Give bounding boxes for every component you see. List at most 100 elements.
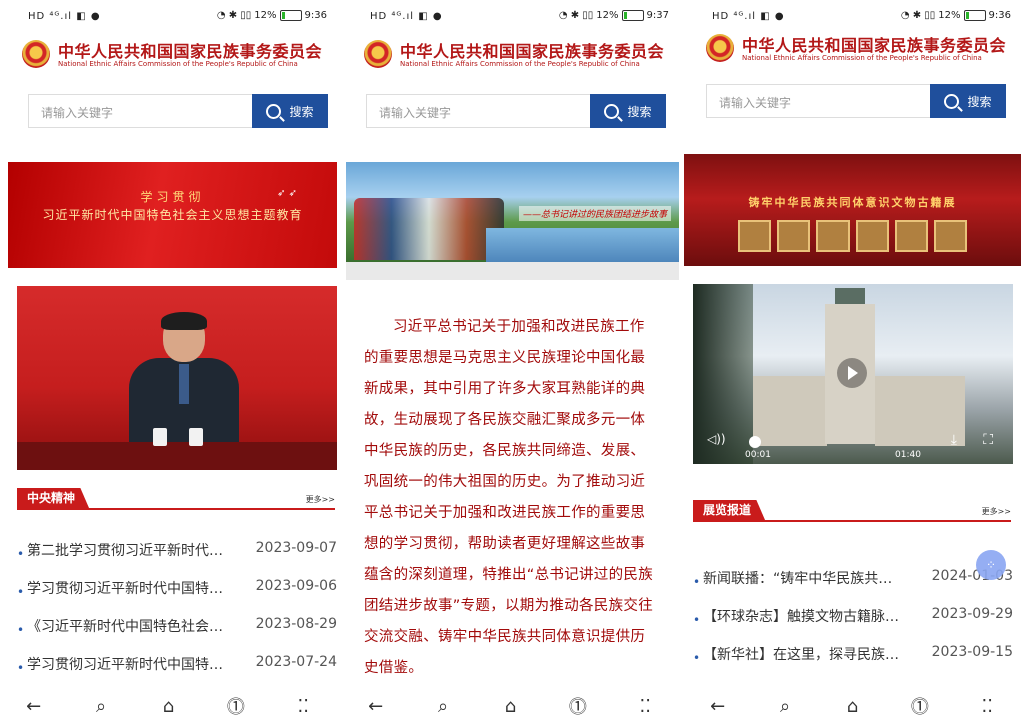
bullet-icon: • xyxy=(693,613,701,627)
status-signal: HD ⁴ᴳ.ıl ◧ ● xyxy=(712,11,785,22)
search-icon[interactable]: ⌕ xyxy=(770,696,800,717)
status-time: 9:36 xyxy=(304,10,327,21)
video-duration: 01:40 xyxy=(895,450,921,460)
home-icon[interactable]: ⌂ xyxy=(153,696,183,717)
search-button[interactable]: 搜索 xyxy=(930,84,1006,118)
list-item[interactable]: • 【新华社】在这里，探寻民族… 2023-09-15 xyxy=(693,644,1013,682)
status-signal: HD ⁴ᴳ.ıl ◧ ● xyxy=(28,11,101,22)
menu-icon[interactable]: ⁚⁚ xyxy=(288,696,318,717)
search-icon xyxy=(944,93,960,109)
news-date: 2023-09-06 xyxy=(255,578,337,594)
search-button[interactable]: 搜索 xyxy=(252,94,328,128)
status-bar: HD ⁴ᴳ.ıl ◧ ● ◔ ✱ ▯▯ 12% 9:37 xyxy=(342,0,679,34)
national-emblem-icon xyxy=(364,40,392,68)
article-body: 习近平总书记关于加强和改进民族工作的重要思想是马克思主义民族理论中国化最新成果，… xyxy=(364,312,658,684)
people-photo xyxy=(354,198,504,260)
tabs-icon[interactable]: ⓵ xyxy=(563,693,593,719)
site-title-cn: 中华人民共和国国家民族事务委员会 xyxy=(58,42,323,61)
section-tag: 展览报道 xyxy=(693,500,766,520)
floating-menu-button[interactable]: ⁘ xyxy=(976,550,1006,580)
play-button-icon[interactable] xyxy=(837,358,867,388)
search-input[interactable]: 请输入关键字 xyxy=(706,84,930,118)
list-item[interactable]: • 第二批学习贯彻习近平新时代… 2023-09-07 xyxy=(17,540,337,578)
news-title: 《习近平新时代中国特色社会… xyxy=(27,619,223,635)
more-link[interactable]: 更多>> xyxy=(306,494,335,505)
news-date: 2023-07-24 xyxy=(255,654,337,670)
bullet-icon: • xyxy=(17,623,25,637)
screens: HD ⁴ᴳ.ıl ◧ ● ◔ ✱ ▯▯ 12% 9:36 中华人民共和国国家民族… xyxy=(0,0,1021,726)
phone-screen-1: HD ⁴ᴳ.ıl ◧ ● ◔ ✱ ▯▯ 12% 9:36 中华人民共和国国家民族… xyxy=(0,0,337,726)
site-title-en: National Ethnic Affairs Commission of th… xyxy=(58,60,298,68)
exhibition-title: 铸牢中华民族共同体意识文物古籍展 xyxy=(748,196,957,209)
back-icon[interactable]: ← xyxy=(361,696,391,717)
bullet-icon: • xyxy=(693,575,701,589)
tabs-icon[interactable]: ⓵ xyxy=(221,693,251,719)
progress-handle[interactable] xyxy=(749,436,761,448)
status-icons: ◔ ✱ ▯▯ xyxy=(216,10,252,21)
fullscreen-icon[interactable]: ⛶ xyxy=(983,432,993,448)
news-date: 2023-09-07 xyxy=(255,540,337,556)
section-header-central-spirit: 中央精神 更多>> xyxy=(17,488,335,510)
status-icons: ◔ ✱ ▯▯ xyxy=(558,10,594,21)
site-title-en: National Ethnic Affairs Commission of th… xyxy=(400,60,640,68)
download-icon[interactable]: ⤓ xyxy=(951,432,957,448)
list-item[interactable]: • 《习近平新时代中国特色社会… 2023-08-29 xyxy=(17,616,337,654)
video-current-time: 00:01 xyxy=(745,450,771,460)
back-icon[interactable]: ← xyxy=(19,696,49,717)
volume-icon[interactable]: ◁)) xyxy=(707,432,726,446)
banner-caption: ——总书记讲过的民族团结进步故事 xyxy=(518,206,671,221)
list-item[interactable]: • 新闻联播：“铸牢中华民族共… 2024-01-03 xyxy=(693,568,1013,606)
search-input[interactable]: 请输入关键字 xyxy=(28,94,252,128)
cup-icon xyxy=(153,428,167,446)
banner-line-2: 习近平新时代中国特色社会主义思想主题教育 xyxy=(42,208,303,222)
status-bar: HD ⁴ᴳ.ıl ◧ ● ◔ ✱ ▯▯ 12% 9:36 xyxy=(684,0,1021,34)
battery-icon xyxy=(279,10,302,21)
home-icon[interactable]: ⌂ xyxy=(837,696,867,717)
battery-icon xyxy=(963,10,986,21)
theme-education-banner[interactable]: 学习贯彻 习近平新时代中国特色社会主义思想主题教育 ➶ ➶ xyxy=(8,162,337,268)
exhibition-banner[interactable]: 铸牢中华民族共同体意识文物古籍展 xyxy=(684,154,1021,266)
site-header[interactable]: 中华人民共和国国家民族事务委员会 National Ethnic Affairs… xyxy=(22,36,331,76)
desk xyxy=(17,442,337,470)
national-emblem-icon xyxy=(22,40,50,68)
search-button-label: 搜索 xyxy=(967,94,992,109)
news-list: • 第二批学习贯彻习近平新时代… 2023-09-07 • 学习贯彻习近平新时代… xyxy=(17,540,337,692)
search-icon[interactable]: ⌕ xyxy=(428,696,458,717)
artifact-row xyxy=(738,220,968,252)
news-title: 第二批学习贯彻习近平新时代… xyxy=(27,543,223,559)
section-header-exhibition: 展览报道 更多>> xyxy=(693,500,1011,522)
unity-stories-banner[interactable]: ——总书记讲过的民族团结进步故事 xyxy=(346,162,679,262)
menu-icon[interactable]: ⁚⁚ xyxy=(630,696,660,717)
video-player[interactable]: ◁)) 00:01 01:40 ⤓ ⛶ xyxy=(693,284,1013,464)
bottom-nav: ← ⌕ ⌂ ⓵ ⁚⁚ xyxy=(0,686,337,726)
battery-icon xyxy=(621,10,644,21)
home-icon[interactable]: ⌂ xyxy=(495,696,525,717)
news-title: 学习贯彻习近平新时代中国特… xyxy=(27,657,223,673)
search-button-label: 搜索 xyxy=(289,104,314,119)
news-list: • 新闻联播：“铸牢中华民族共… 2024-01-03 • 【环球杂志】触摸文物… xyxy=(693,568,1013,682)
status-bar: HD ⁴ᴳ.ıl ◧ ● ◔ ✱ ▯▯ 12% 9:36 xyxy=(0,0,337,34)
phone-screen-2: HD ⁴ᴳ.ıl ◧ ● ◔ ✱ ▯▯ 12% 9:37 中华人民共和国国家民族… xyxy=(342,0,679,726)
tabs-icon[interactable]: ⓵ xyxy=(905,693,935,719)
lead-news-image[interactable] xyxy=(17,286,337,470)
list-item[interactable]: • 学习贯彻习近平新时代中国特… 2023-09-06 xyxy=(17,578,337,616)
bottom-nav: ← ⌕ ⌂ ⓵ ⁚⁚ xyxy=(342,686,679,726)
news-title: 【新华社】在这里，探寻民族… xyxy=(703,647,899,663)
more-link[interactable]: 更多>> xyxy=(982,506,1011,517)
search-icon[interactable]: ⌕ xyxy=(86,696,116,717)
back-icon[interactable]: ← xyxy=(703,696,733,717)
cup-icon xyxy=(189,428,203,446)
search-icon xyxy=(604,103,620,119)
birds-decoration-icon: ➶ ➶ xyxy=(277,188,297,199)
status-right: ◔ ✱ ▯▯ 12% 9:36 xyxy=(217,10,327,21)
site-title-cn: 中华人民共和国国家民族事务委员会 xyxy=(742,36,1007,55)
site-header[interactable]: 中华人民共和国国家民族事务委员会 National Ethnic Affairs… xyxy=(364,36,673,76)
search-button[interactable]: 搜索 xyxy=(590,94,666,128)
news-date: 2023-09-29 xyxy=(931,606,1013,622)
divider xyxy=(346,262,679,280)
list-item[interactable]: • 【环球杂志】触摸文物古籍脉… 2023-09-29 xyxy=(693,606,1013,644)
search-input[interactable]: 请输入关键字 xyxy=(366,94,590,128)
site-header[interactable]: 中华人民共和国国家民族事务委员会 National Ethnic Affairs… xyxy=(706,30,1015,70)
news-title: 学习贯彻习近平新时代中国特… xyxy=(27,581,223,597)
menu-icon[interactable]: ⁚⁚ xyxy=(972,696,1002,717)
